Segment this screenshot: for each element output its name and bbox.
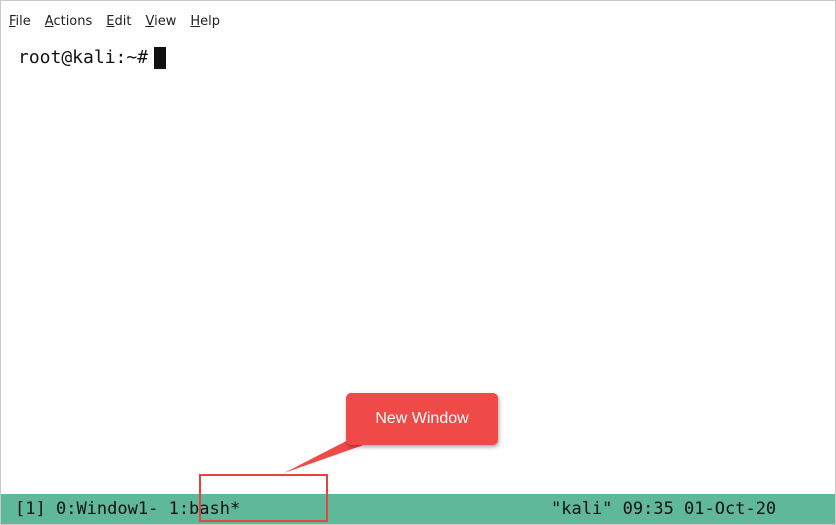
status-right: "kali" 09:35 01-Oct-20: [551, 499, 777, 519]
menu-file-label: ile: [15, 14, 31, 29]
menu-file[interactable]: File: [9, 11, 31, 33]
tmux-status-bar: [1] 0:Window1- 1:bash* "kali" 09:35 01-O…: [1, 494, 835, 524]
menu-help[interactable]: Help: [190, 11, 220, 33]
menu-actions-label: ctions: [53, 14, 93, 29]
menu-actions[interactable]: Actions: [45, 11, 93, 33]
prompt-line: root@kali:~#: [18, 44, 835, 72]
session-index: [1]: [15, 499, 46, 519]
menu-view[interactable]: View: [145, 11, 176, 33]
menu-view-label: iew: [154, 14, 177, 29]
menu-help-mnemonic: H: [190, 14, 201, 29]
highlight-box: [199, 474, 328, 522]
menu-edit-label: dit: [114, 14, 132, 29]
window-0-tab[interactable]: 0:Window1-: [56, 494, 158, 524]
shell-prompt: root@kali:~#: [18, 47, 149, 68]
menu-edit[interactable]: Edit: [106, 11, 131, 33]
menu-bar: File Actions Edit View Help: [9, 11, 220, 33]
menu-view-mnemonic: V: [145, 14, 155, 29]
menu-help-label: elp: [200, 14, 220, 29]
text-cursor: [154, 47, 167, 69]
callout-new-window: New Window: [346, 393, 498, 445]
menu-edit-mnemonic: E: [106, 14, 115, 29]
terminal-window: File Actions Edit View Help root@kali:~#: [0, 0, 836, 525]
